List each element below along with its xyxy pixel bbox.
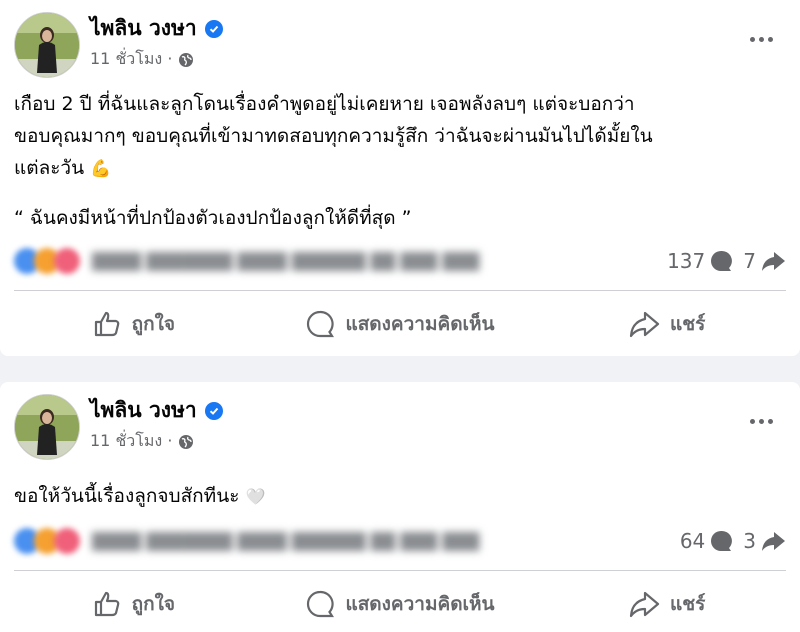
comments-count-value: 137 — [667, 249, 706, 273]
shares-count-value: 7 — [743, 249, 756, 273]
globe-icon — [179, 52, 194, 67]
post-stats: ████ ███████ ████ ██████ ██ ███ ███ 137 … — [14, 246, 786, 276]
like-button[interactable]: ถูกใจ — [0, 302, 267, 346]
timestamp[interactable]: 11 ชั่วโมง · — [90, 429, 172, 454]
globe-icon — [179, 434, 194, 449]
post-text-line: ขอบคุณมากๆ ขอบคุณที่เข้ามาทดสอบทุกความรู… — [14, 125, 653, 147]
white-heart-emoji: 🤍 — [245, 487, 266, 506]
share-icon — [629, 591, 660, 618]
comment-label: แสดงความคิดเห็น — [345, 593, 495, 615]
verified-badge-icon — [204, 401, 223, 420]
comment-icon — [711, 530, 733, 551]
share-icon — [762, 252, 785, 271]
author-name-text[interactable]: ไพลิน วงษา — [90, 394, 197, 427]
divider — [14, 570, 786, 571]
like-icon — [94, 591, 119, 617]
comment-button[interactable]: แสดงความคิดเห็น — [267, 302, 534, 346]
shares-count[interactable]: 3 — [743, 529, 786, 553]
comment-icon — [307, 590, 335, 618]
post-actions: ถูกใจ แสดงความคิดเห็น แชร์ — [0, 302, 800, 346]
post-text: ขอให้วันนี้เรื่องลูกจบสักทีนะ 🤍 — [14, 480, 265, 513]
post-text-line: แต่ละวัน — [14, 157, 85, 179]
shares-count-value: 3 — [743, 529, 756, 553]
post-quote: “ ฉันคงมีหน้าที่ปกป้องตัวเองปกป้องลูกให้… — [14, 207, 412, 229]
comment-icon — [307, 310, 335, 338]
post-text: เกือบ 2 ปี ที่ฉันและลูกโดนเรื่องคำพูดอยู… — [14, 88, 653, 185]
author-name[interactable]: ไพลิน วงษา — [90, 12, 223, 45]
post-stats: ████ ███████ ████ ██████ ██ ███ ███ 64 3 — [14, 526, 786, 556]
share-icon — [629, 311, 660, 338]
timestamp[interactable]: 11 ชั่วโมง · — [90, 47, 172, 72]
like-button[interactable]: ถูกใจ — [0, 582, 267, 626]
like-icon — [94, 311, 119, 337]
avatar[interactable] — [14, 394, 80, 460]
post-meta: 11 ชั่วโมง · — [90, 47, 194, 72]
post-card: ไพลิน วงษา 11 ชั่วโมง · ขอให้วันนี้เรื่อ… — [0, 382, 800, 632]
like-label: ถูกใจ — [131, 593, 176, 615]
shares-count[interactable]: 7 — [743, 249, 786, 273]
comment-label: แสดงความคิดเห็น — [345, 313, 495, 335]
author-name-text[interactable]: ไพลิน วงษา — [90, 12, 197, 45]
flexed-biceps-emoji: 💪 — [90, 159, 112, 179]
verified-badge-icon — [204, 19, 223, 38]
more-options-icon[interactable] — [744, 28, 778, 50]
reactions-names-blurred: ████ ███████ ████ ██████ ██ ███ ███ — [92, 251, 480, 271]
divider — [14, 290, 786, 291]
reactions-summary[interactable] — [14, 248, 80, 274]
post-meta: 11 ชั่วโมง · — [90, 429, 194, 454]
like-label: ถูกใจ — [131, 313, 176, 335]
more-options-icon[interactable] — [744, 410, 778, 432]
comment-button[interactable]: แสดงความคิดเห็น — [267, 582, 534, 626]
post-text-line: เกือบ 2 ปี ที่ฉันและลูกโดนเรื่องคำพูดอยู… — [14, 93, 635, 115]
post-card: ไพลิน วงษา 11 ชั่วโมง · เกือบ 2 ปี ที่ฉั… — [0, 0, 800, 356]
avatar[interactable] — [14, 12, 80, 78]
comments-count-value: 64 — [679, 529, 706, 553]
comments-count[interactable]: 137 — [667, 249, 733, 273]
comment-icon — [711, 250, 733, 271]
post-text-line: ขอให้วันนี้เรื่องลูกจบสักทีนะ — [14, 485, 240, 507]
comments-count[interactable]: 64 — [680, 529, 733, 553]
share-label: แชร์ — [670, 593, 706, 615]
reactions-summary[interactable] — [14, 528, 80, 554]
share-button[interactable]: แชร์ — [533, 582, 800, 626]
author-name[interactable]: ไพลิน วงษา — [90, 394, 223, 427]
post-actions: ถูกใจ แสดงความคิดเห็น แชร์ — [0, 582, 800, 626]
reactions-names-blurred: ████ ███████ ████ ██████ ██ ███ ███ — [92, 531, 480, 551]
share-label: แชร์ — [670, 313, 706, 335]
share-button[interactable]: แชร์ — [533, 302, 800, 346]
share-icon — [762, 532, 785, 551]
